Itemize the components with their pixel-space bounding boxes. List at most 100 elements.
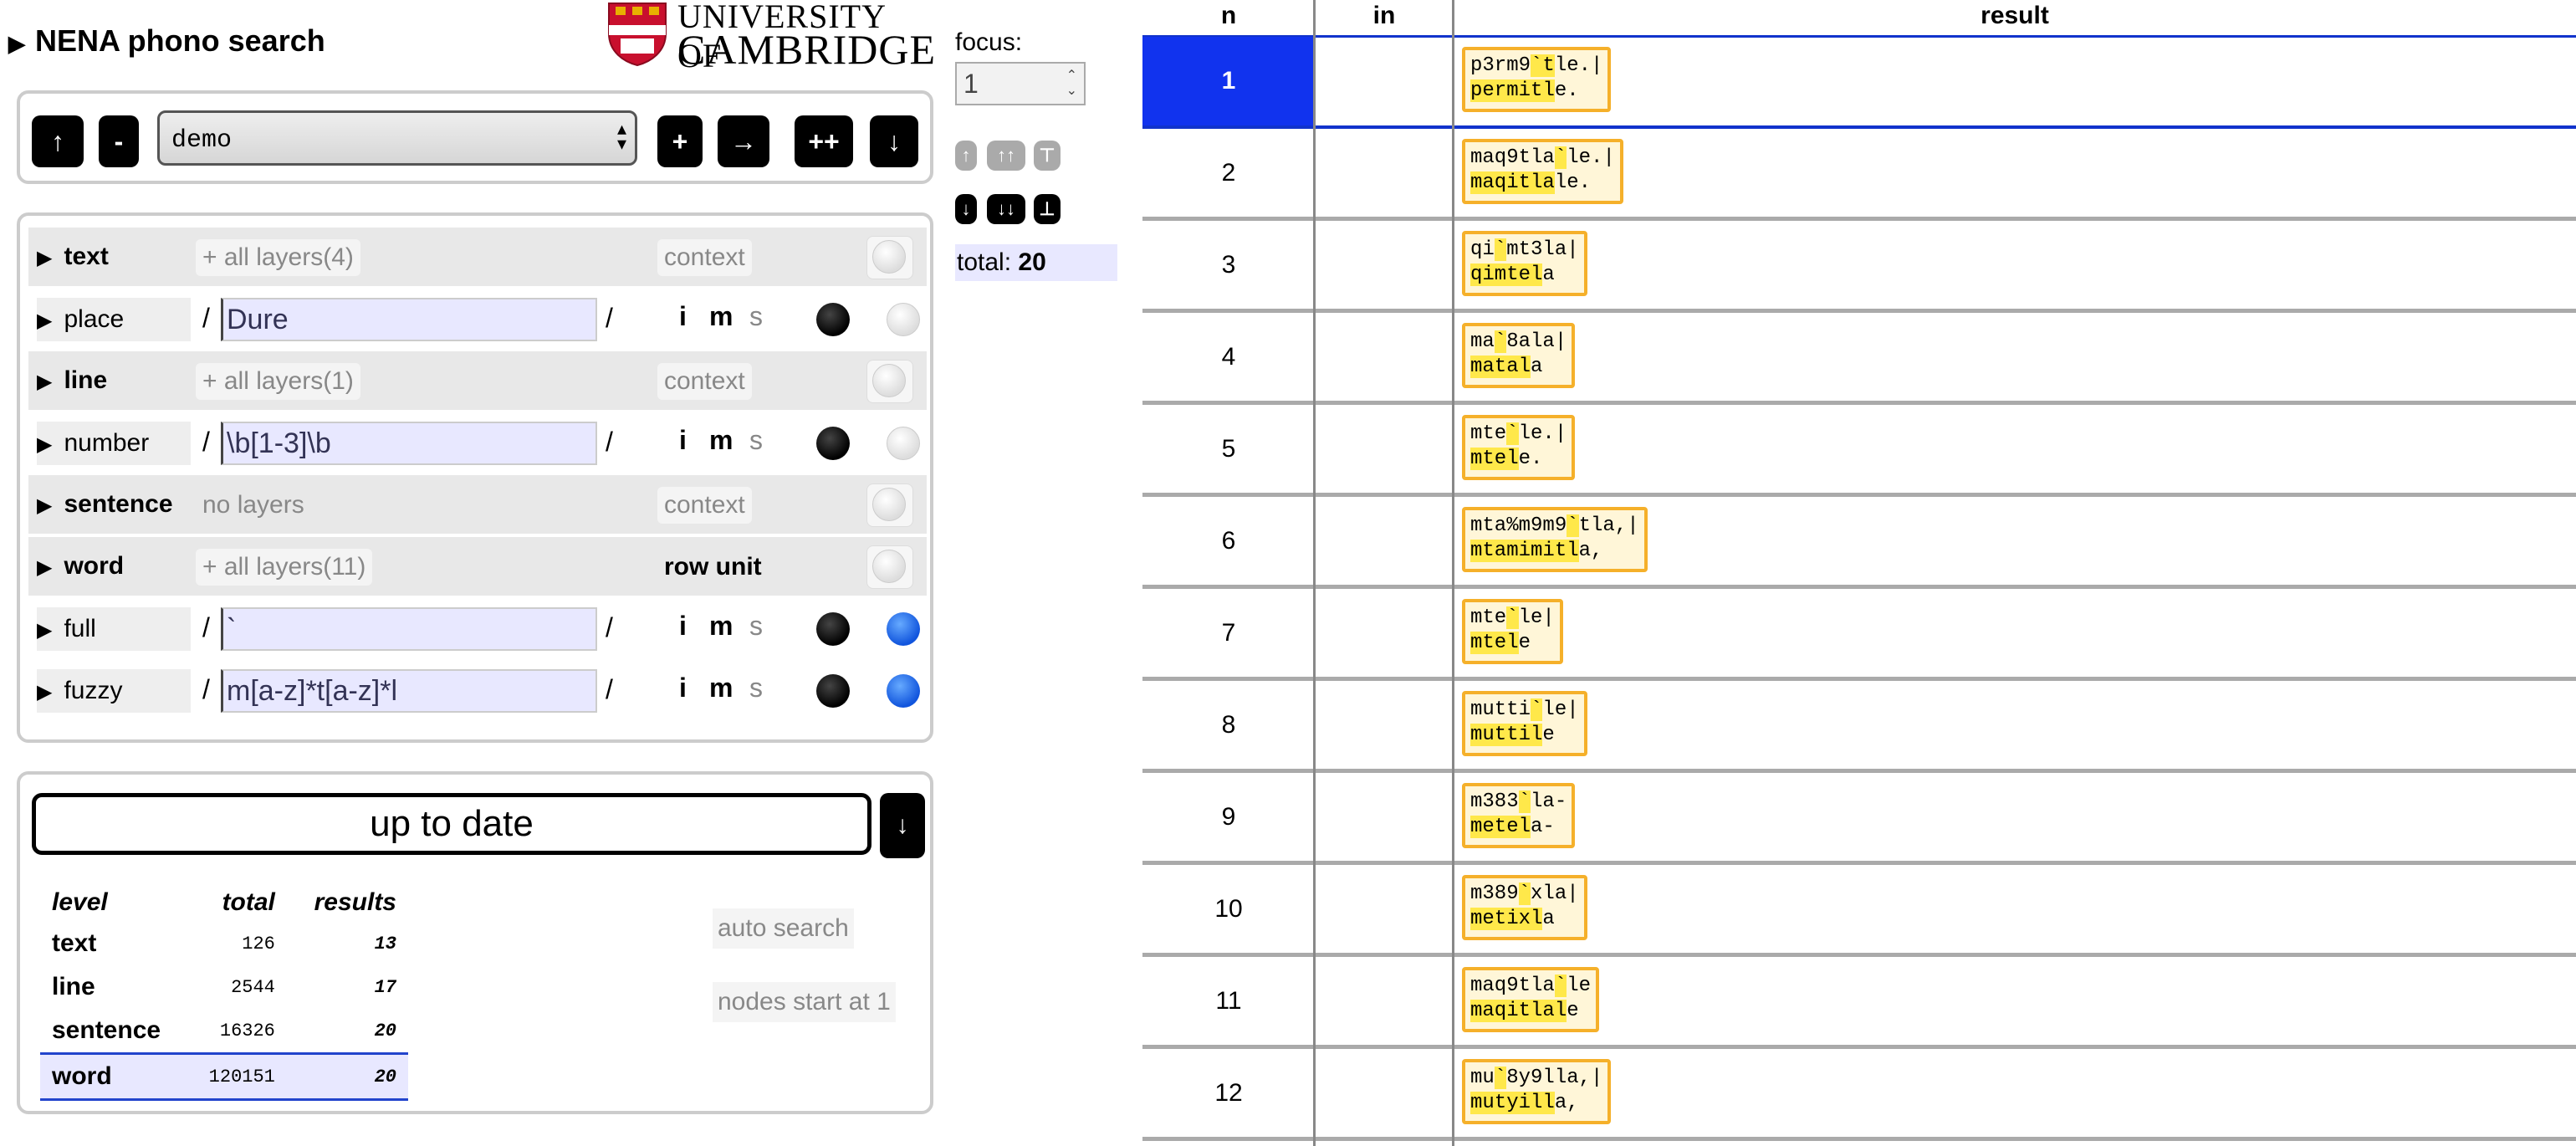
result-card[interactable]: mte`le| mtele <box>1462 599 1563 664</box>
context-toggle[interactable]: context <box>657 487 752 524</box>
layers-toggle[interactable]: + all layers(1) <box>196 363 360 400</box>
display-dot-icon[interactable] <box>887 303 920 336</box>
result-number[interactable]: 1 <box>1142 37 1315 125</box>
result-card[interactable]: mutti`le| muttile <box>1462 691 1587 756</box>
flag-s[interactable]: s <box>749 301 763 332</box>
flag-s[interactable]: s <box>749 611 763 642</box>
result-card[interactable]: maq9tla`le.| maqitlale. <box>1462 139 1623 204</box>
expand-triangle-icon[interactable]: ▶ <box>37 371 52 393</box>
result-row[interactable]: 1 p3rm9`tle.| permitle. <box>1142 37 2576 129</box>
level-name[interactable]: ▶ line <box>37 351 107 410</box>
result-card[interactable]: mu`8y9lla,| mutyilla, <box>1462 1059 1612 1124</box>
level-name[interactable]: ▶ word <box>37 537 124 596</box>
level-toggle[interactable] <box>866 483 913 527</box>
flag-s[interactable]: s <box>749 673 763 703</box>
pattern-input-number[interactable]: \b[1-3]\b <box>221 422 597 465</box>
display-dot-icon[interactable] <box>887 612 920 646</box>
expand-triangle-icon[interactable]: ▶ <box>37 433 52 456</box>
result-card[interactable]: mta%m9m9`tla,| mtamimitla, <box>1462 507 1648 572</box>
expand-triangle-icon[interactable]: ▶ <box>37 247 52 269</box>
result-row[interactable]: 8 mutti`le| muttile <box>1142 681 2576 773</box>
nodes-start-toggle[interactable]: nodes start at 1 <box>713 982 896 1022</box>
result-row[interactable]: 6 mta%m9m9`tla,| mtamimitla, <box>1142 497 2576 589</box>
result-number[interactable]: 4 <box>1142 313 1315 401</box>
flag-m[interactable]: m <box>709 425 733 456</box>
result-row[interactable]: 11 maq9tla`le maqitlale <box>1142 957 2576 1049</box>
set-up-button[interactable]: ↑ <box>32 115 84 167</box>
result-row[interactable]: 12 mu`8y9lla,| mutyilla, <box>1142 1049 2576 1141</box>
prev-icon[interactable]: ↑ <box>955 141 977 171</box>
app-title[interactable]: ▶ NENA phono search <box>8 23 325 59</box>
first-icon[interactable]: ⊤ <box>1034 141 1061 171</box>
display-dot-icon[interactable] <box>887 427 920 460</box>
result-number[interactable]: 7 <box>1142 589 1315 677</box>
result-card[interactable]: maq9tla`le maqitlale <box>1462 967 1600 1032</box>
flag-m[interactable]: m <box>709 301 733 332</box>
result-number[interactable]: 5 <box>1142 405 1315 493</box>
result-number[interactable]: 8 <box>1142 681 1315 769</box>
set-down-button[interactable]: ↓ <box>870 115 918 167</box>
result-row[interactable]: 7 mte`le| mtele <box>1142 589 2576 681</box>
pattern-input-fuzzy[interactable]: m[a-z]*t[a-z]*l <box>221 669 597 713</box>
result-number[interactable]: 2 <box>1142 129 1315 217</box>
flag-s[interactable]: s <box>749 425 763 456</box>
context-toggle[interactable]: context <box>657 363 752 400</box>
set-add-all-button[interactable]: ++ <box>795 115 853 167</box>
layers-toggle[interactable]: + all layers(11) <box>196 549 373 586</box>
result-row[interactable]: 9 m383`la-metela- <box>1142 773 2576 865</box>
result-card[interactable]: ma`8ala| matala <box>1462 323 1576 388</box>
result-row[interactable]: 10 m389`xla| metixla <box>1142 865 2576 957</box>
next-page-icon[interactable]: ↓↓ <box>987 194 1025 224</box>
set-add-button[interactable]: + <box>657 115 703 167</box>
flag-i[interactable]: i <box>679 425 687 456</box>
level-toggle[interactable] <box>866 545 913 589</box>
result-card[interactable]: mte`le.| mtele. <box>1462 415 1576 480</box>
expand-triangle-icon[interactable]: ▶ <box>37 619 52 642</box>
result-card[interactable]: m389`xla| metixla <box>1462 875 1587 940</box>
result-row[interactable]: 5 mte`le.| mtele. <box>1142 405 2576 497</box>
result-card[interactable]: m383`la-metela- <box>1462 783 1576 848</box>
expand-triangle-icon[interactable]: ▶ <box>8 31 25 56</box>
next-icon[interactable]: ↓ <box>955 194 977 224</box>
result-card[interactable]: qi`mt3la| qimtela <box>1462 231 1587 296</box>
flag-i[interactable]: i <box>679 301 687 332</box>
focus-input[interactable]: 1 ⌃ ⌄ <box>955 62 1086 105</box>
result-row[interactable]: 4 ma`8ala| matala <box>1142 313 2576 405</box>
display-dot-icon[interactable] <box>887 674 920 708</box>
result-row[interactable]: 2 maq9tla`le.| maqitlale. <box>1142 129 2576 221</box>
spinner-icon[interactable]: ⌃ ⌄ <box>1066 69 1077 99</box>
pattern-dot-icon[interactable] <box>816 427 850 460</box>
result-number[interactable]: 11 <box>1142 957 1315 1045</box>
prev-page-icon[interactable]: ↑↑ <box>987 141 1025 171</box>
feature-name[interactable]: ▶ full <box>37 607 191 651</box>
layers-toggle[interactable]: + all layers(4) <box>196 239 360 276</box>
pattern-dot-icon[interactable] <box>816 303 850 336</box>
result-number[interactable]: 10 <box>1142 865 1315 953</box>
expand-triangle-icon[interactable]: ▶ <box>37 310 52 332</box>
flag-m[interactable]: m <box>709 673 733 703</box>
result-number[interactable]: 9 <box>1142 773 1315 861</box>
expand-triangle-icon[interactable]: ▶ <box>37 494 52 517</box>
result-row[interactable]: 3 qi`mt3la| qimtela <box>1142 221 2576 313</box>
last-icon[interactable]: ⊥ <box>1034 194 1061 224</box>
pattern-input-full[interactable]: ` <box>221 607 597 651</box>
context-toggle[interactable]: context <box>657 239 752 276</box>
pattern-input-place[interactable]: Dure <box>221 298 597 341</box>
set-remove-button[interactable]: - <box>99 115 139 167</box>
feature-name[interactable]: ▶ fuzzy <box>37 669 191 713</box>
level-toggle[interactable] <box>866 360 913 403</box>
pattern-dot-icon[interactable] <box>816 674 850 708</box>
search-status-button[interactable]: up to date <box>32 793 871 855</box>
feature-name[interactable]: ▶ number <box>37 422 191 465</box>
expand-triangle-icon[interactable]: ▶ <box>37 681 52 703</box>
result-card[interactable]: p3rm9`tle.| permitle. <box>1462 47 1612 112</box>
pattern-dot-icon[interactable] <box>816 612 850 646</box>
set-select[interactable]: demo ▴ ▾ <box>157 110 637 166</box>
level-name[interactable]: ▶ sentence <box>37 475 173 534</box>
result-number[interactable]: 3 <box>1142 221 1315 309</box>
status-down-button[interactable]: ↓ <box>880 793 925 858</box>
level-toggle[interactable] <box>866 236 913 279</box>
flag-m[interactable]: m <box>709 611 733 642</box>
set-go-button[interactable]: → <box>718 115 769 167</box>
expand-triangle-icon[interactable]: ▶ <box>37 556 52 579</box>
